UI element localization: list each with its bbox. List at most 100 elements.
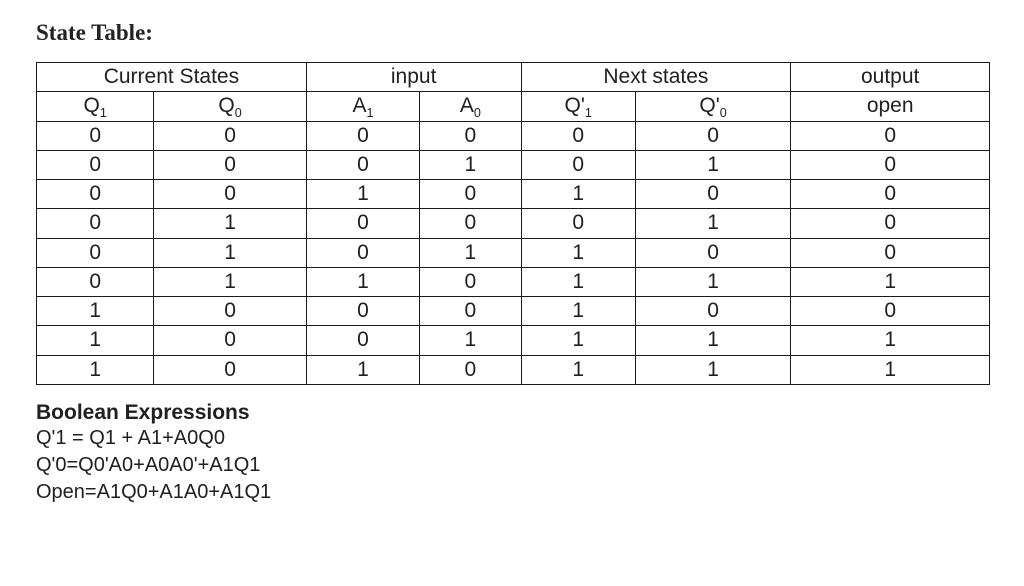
cell: 0 [37, 238, 154, 267]
cell: 1 [154, 267, 306, 296]
table-row: 0 0 0 1 0 1 0 [37, 150, 990, 179]
table-row: 1 0 0 1 1 1 1 [37, 326, 990, 355]
cell: 1 [635, 209, 791, 238]
cell: 0 [791, 238, 990, 267]
cell: 0 [521, 209, 635, 238]
cell: 0 [420, 267, 521, 296]
cell: 0 [420, 209, 521, 238]
cell: 1 [306, 180, 419, 209]
expr-open: Open=A1Q0+A1A0+A1Q1 [36, 479, 988, 506]
cell: 0 [37, 267, 154, 296]
header-current-states: Current States [37, 63, 307, 92]
cell: 1 [154, 209, 306, 238]
cell: 0 [791, 209, 990, 238]
table-row: 0 1 0 1 1 0 0 [37, 238, 990, 267]
header-q1-base: Q [84, 94, 100, 117]
cell: 1 [635, 355, 791, 384]
header-col-row: Q1 Q0 A1 A0 Q'1 Q'0 open [37, 92, 990, 121]
cell: 1 [521, 355, 635, 384]
table-row: 1 0 0 0 1 0 0 [37, 297, 990, 326]
table-row: 0 1 1 0 1 1 1 [37, 267, 990, 296]
cell: 0 [521, 150, 635, 179]
cell: 0 [37, 180, 154, 209]
cell: 0 [154, 326, 306, 355]
cell: 0 [37, 209, 154, 238]
cell: 0 [306, 150, 419, 179]
cell: 0 [635, 121, 791, 150]
cell: 1 [37, 297, 154, 326]
boolean-expressions: Q'1 = Q1 + A1+A0Q0 Q'0=Q0'A0+A0A0'+A1Q1 … [36, 425, 988, 506]
header-a1-sub: 1 [367, 106, 374, 120]
cell: 0 [306, 326, 419, 355]
header-q0-sub: 0 [235, 106, 242, 120]
cell: 0 [420, 180, 521, 209]
table-row: 1 0 1 0 1 1 1 [37, 355, 990, 384]
cell: 1 [791, 326, 990, 355]
header-open: open [791, 92, 990, 121]
cell: 1 [420, 238, 521, 267]
cell: 0 [306, 209, 419, 238]
cell: 1 [635, 267, 791, 296]
cell: 0 [154, 355, 306, 384]
cell: 0 [420, 355, 521, 384]
header-a1: A1 [306, 92, 419, 121]
header-qp1: Q'1 [521, 92, 635, 121]
cell: 0 [635, 180, 791, 209]
header-a1-base: A [352, 94, 366, 117]
header-output: output [791, 63, 990, 92]
boolean-expressions-heading: Boolean Expressions [36, 401, 988, 425]
cell: 1 [521, 267, 635, 296]
cell: 1 [635, 326, 791, 355]
header-q1: Q1 [37, 92, 154, 121]
expr-qp1: Q'1 = Q1 + A1+A0Q0 [36, 425, 988, 452]
header-qp0: Q'0 [635, 92, 791, 121]
header-next-states: Next states [521, 63, 791, 92]
cell: 1 [521, 238, 635, 267]
header-a0-base: A [460, 94, 474, 117]
cell: 1 [306, 267, 419, 296]
cell: 0 [37, 150, 154, 179]
section-title: State Table: [36, 20, 988, 46]
cell: 1 [521, 326, 635, 355]
page: State Table: Current States input Next s… [0, 0, 1024, 526]
header-group-row: Current States input Next states output [37, 63, 990, 92]
cell: 0 [154, 150, 306, 179]
cell: 0 [791, 297, 990, 326]
state-table-body: 0 0 0 0 0 0 0 0 0 0 1 0 1 0 0 0 1 0 [37, 121, 990, 384]
cell: 1 [635, 150, 791, 179]
header-a0-sub: 0 [474, 106, 481, 120]
state-table: Current States input Next states output … [36, 62, 990, 385]
table-row: 0 0 0 0 0 0 0 [37, 121, 990, 150]
header-qp0-base: Q' [699, 94, 719, 117]
cell: 0 [154, 180, 306, 209]
cell: 1 [420, 150, 521, 179]
cell: 0 [154, 121, 306, 150]
header-q1-sub: 1 [100, 106, 107, 120]
cell: 0 [791, 121, 990, 150]
cell: 0 [791, 180, 990, 209]
expr-qp0: Q'0=Q0'A0+A0A0'+A1Q1 [36, 452, 988, 479]
table-row: 0 1 0 0 0 1 0 [37, 209, 990, 238]
cell: 1 [521, 297, 635, 326]
cell: 0 [37, 121, 154, 150]
cell: 0 [635, 238, 791, 267]
cell: 0 [154, 297, 306, 326]
cell: 1 [37, 355, 154, 384]
cell: 1 [306, 355, 419, 384]
cell: 0 [306, 297, 419, 326]
cell: 0 [521, 121, 635, 150]
header-qp0-sub: 0 [720, 106, 727, 120]
cell: 1 [37, 326, 154, 355]
cell: 1 [154, 238, 306, 267]
cell: 1 [420, 326, 521, 355]
cell: 1 [791, 355, 990, 384]
header-qp1-base: Q' [564, 94, 584, 117]
header-a0: A0 [420, 92, 521, 121]
cell: 1 [791, 267, 990, 296]
cell: 0 [306, 121, 419, 150]
table-row: 0 0 1 0 1 0 0 [37, 180, 990, 209]
cell: 0 [635, 297, 791, 326]
cell: 0 [306, 238, 419, 267]
cell: 1 [521, 180, 635, 209]
cell: 0 [420, 121, 521, 150]
